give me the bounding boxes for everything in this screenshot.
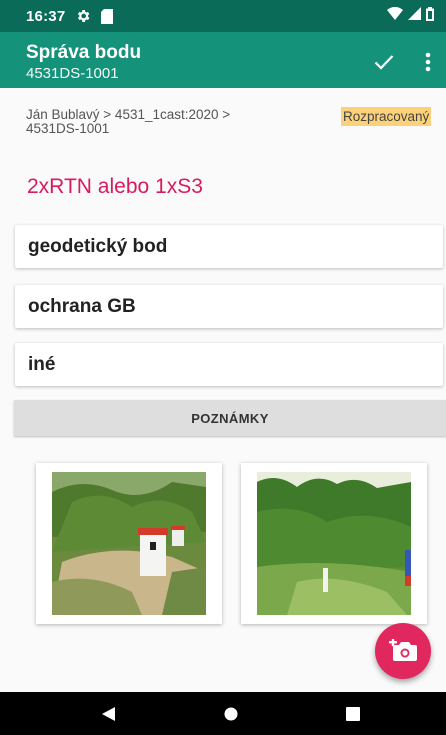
geodetic-point-label: geodetický bod [28,235,168,257]
notes-button[interactable]: POZNÁMKY [14,400,446,436]
recents-icon [346,706,360,721]
photo-boundary-markers [52,472,206,615]
signal-icon [408,7,421,25]
add-photo-icon [389,639,417,661]
home-icon [224,707,238,720]
protection-section[interactable]: ochrana GB [15,285,443,328]
status-bar: 16:37 [0,0,446,32]
app-bar: Správa bodu 4531DS-1001 [0,32,446,88]
back-icon [102,706,115,721]
photo-card[interactable] [241,463,427,624]
measurement-method: 2xRTN alebo 1xS3 [27,175,203,198]
status-badge: Rozpracovaný [341,107,432,126]
sd-card-icon [101,8,114,24]
recents-button[interactable] [333,692,373,735]
back-button[interactable] [89,692,129,735]
other-section[interactable]: iné [15,343,443,386]
overflow-menu-button[interactable] [418,48,438,76]
home-button[interactable] [211,692,251,735]
gear-icon [75,8,91,24]
battery-icon [426,6,434,26]
confirm-button[interactable] [372,50,396,74]
geodetic-point-section[interactable]: geodetický bod [15,225,443,268]
add-photo-button[interactable] [375,623,431,679]
photo-card[interactable] [36,463,222,624]
system-nav-bar [0,692,446,735]
breadcrumb: Ján Bublavý > 4531_1cast:2020 > 4531DS-1… [26,107,231,136]
more-vert-icon [425,52,431,72]
wifi-icon [387,6,403,25]
other-label: iné [28,353,56,375]
photo-vegetation-pole [257,472,411,615]
protection-label: ochrana GB [28,295,136,317]
check-icon [374,55,394,70]
status-time: 16:37 [26,7,66,25]
